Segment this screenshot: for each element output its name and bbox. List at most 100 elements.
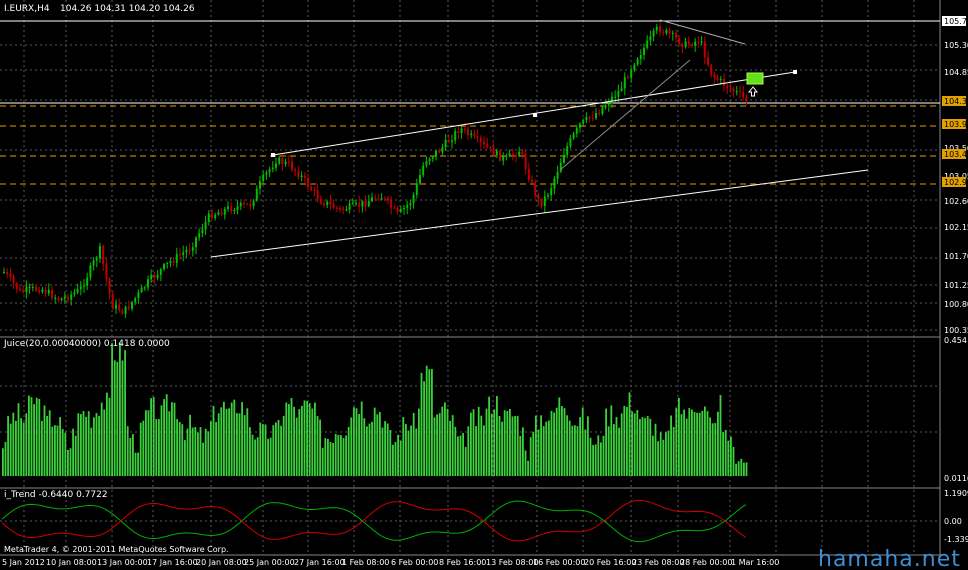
histogram-bar	[542, 426, 545, 476]
histogram-bar	[610, 405, 613, 476]
histogram-bar	[480, 415, 483, 476]
histogram-bar	[121, 360, 124, 476]
candle-body	[153, 274, 156, 278]
histogram-bar	[602, 435, 605, 476]
candle-body	[262, 174, 265, 182]
metatrader-chart-window[interactable]: 105.76105.30104.85104.32103.93103.50103.…	[0, 0, 968, 570]
histogram-bar	[173, 402, 176, 476]
candle-body	[489, 147, 492, 149]
candle-body	[412, 194, 415, 204]
histogram-bar	[639, 419, 641, 476]
histogram-bar	[225, 408, 228, 476]
histogram-bar	[685, 418, 688, 476]
histogram-bar	[628, 392, 631, 476]
histogram-bar	[501, 421, 503, 476]
histogram-bar	[607, 426, 610, 476]
histogram-bar	[568, 420, 571, 476]
candle-body	[425, 161, 428, 166]
histogram-bar	[711, 423, 714, 476]
candle-body	[639, 55, 642, 59]
histogram-bar	[626, 406, 628, 476]
anchor-point-marker	[793, 70, 797, 74]
candle-body	[47, 289, 50, 294]
price-axis-label: 104.85	[944, 68, 968, 77]
histogram-bar	[25, 413, 28, 476]
candle-body	[195, 237, 197, 248]
histogram-bar	[238, 413, 241, 476]
histogram-bar	[298, 408, 301, 476]
candle-body	[358, 202, 361, 207]
time-axis-label: 16 Feb 00:00	[533, 558, 585, 567]
histogram-bar	[15, 420, 17, 476]
histogram-bar	[436, 414, 438, 476]
candle-body	[355, 202, 357, 204]
histogram-bar	[402, 417, 405, 476]
candle-body	[495, 150, 498, 156]
candle-body	[579, 123, 581, 128]
candle-body	[118, 304, 121, 311]
histogram-bar	[69, 448, 72, 476]
candle-body	[108, 278, 111, 294]
histogram-bar	[46, 415, 48, 476]
histogram-bar	[680, 414, 683, 476]
candle-body	[518, 151, 521, 157]
histogram-bar	[241, 402, 243, 476]
anchor-point-marker	[271, 153, 275, 157]
histogram-bar	[722, 432, 724, 476]
trend-axis-label: 0.00	[944, 517, 962, 526]
histogram-bar	[381, 427, 384, 476]
histogram-bar	[418, 408, 420, 476]
candle-body	[3, 271, 5, 273]
histogram-bar	[2, 448, 4, 476]
histogram-bar	[511, 416, 514, 476]
candle-body	[409, 203, 412, 205]
candle-body	[60, 298, 63, 301]
candle-body	[716, 77, 719, 80]
histogram-bar	[584, 429, 587, 476]
histogram-bar	[303, 400, 306, 476]
candle-body	[441, 147, 444, 153]
candle-body	[86, 277, 89, 286]
histogram-bar	[230, 402, 233, 476]
candle-body	[515, 155, 517, 157]
histogram-bar	[717, 411, 719, 476]
time-axis-label: 23 Feb 08:00	[632, 558, 684, 567]
candle-body	[44, 289, 47, 294]
candle-body	[694, 41, 697, 47]
time-axis-label: 1 Mar 16:00	[731, 558, 779, 567]
histogram-bar	[113, 360, 116, 476]
histogram-bar	[12, 412, 15, 476]
candle-body	[508, 153, 511, 157]
histogram-bar	[485, 408, 488, 476]
histogram-bar	[548, 420, 550, 476]
histogram-bar	[327, 438, 329, 476]
time-axis-label: 25 Jan 00:00	[244, 558, 295, 567]
histogram-bar	[324, 438, 327, 476]
histogram-bar	[267, 438, 269, 476]
histogram-bar	[176, 419, 178, 476]
histogram-bar	[368, 423, 371, 476]
histogram-bar	[142, 420, 145, 476]
candle-body	[54, 297, 57, 299]
candle-body	[678, 37, 681, 45]
histogram-bar	[691, 409, 693, 476]
histogram-bar	[82, 411, 85, 476]
histogram-bar	[509, 408, 511, 476]
histogram-bar	[498, 415, 501, 476]
candle-body	[291, 161, 293, 170]
candle-body	[486, 143, 489, 148]
candle-body	[310, 186, 313, 190]
candle-body	[236, 206, 239, 210]
histogram-bar	[358, 413, 360, 476]
histogram-bar	[420, 372, 423, 476]
signal-box-marker	[746, 72, 764, 85]
histogram-bar	[126, 426, 129, 476]
histogram-bar	[683, 409, 685, 476]
candle-body	[684, 41, 687, 48]
histogram-bar	[178, 421, 181, 476]
time-axis-label: 20 Jan 08:00	[196, 558, 247, 567]
histogram-bar	[285, 402, 288, 476]
histogram-bar	[688, 408, 691, 476]
candle-body	[403, 207, 405, 209]
histogram-bar	[7, 416, 9, 476]
